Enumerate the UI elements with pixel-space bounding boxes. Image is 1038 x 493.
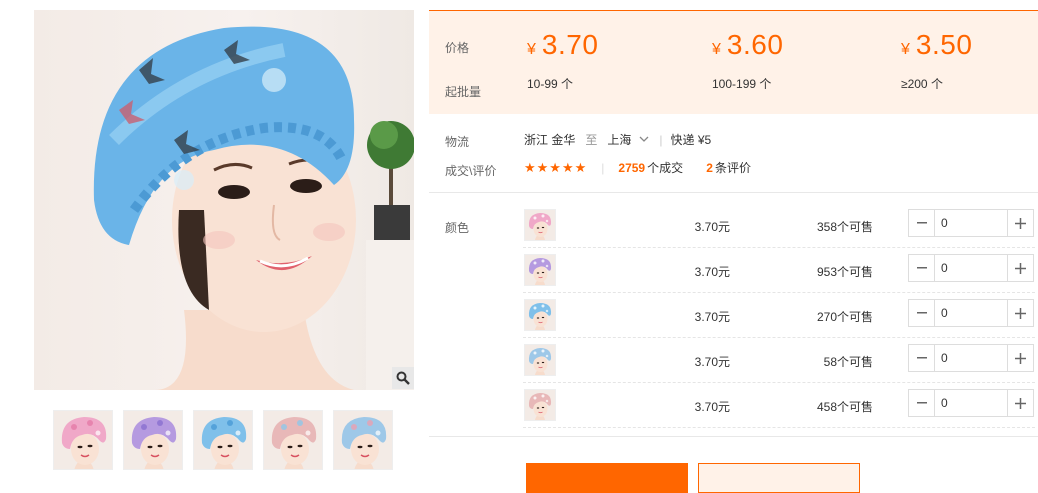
- sold-suffix[interactable]: 个成交: [647, 159, 683, 176]
- price-label: 价格: [445, 41, 470, 55]
- currency-symbol: ¥: [901, 41, 910, 58]
- sku-price: 3.70元: [694, 265, 730, 279]
- sku-row: 3.70元 58个可售: [523, 338, 1035, 383]
- product-photo: [93, 26, 414, 390]
- color-label: 颜色: [445, 221, 470, 235]
- add-to-cart-button[interactable]: [698, 463, 860, 493]
- tier-range: 10-99 个: [527, 77, 574, 91]
- moq-label: 起批量: [445, 85, 482, 99]
- quantity-input[interactable]: [935, 345, 1007, 371]
- ship-from: 浙江 金华: [524, 133, 576, 147]
- quantity-stepper: [908, 254, 1034, 282]
- sku-stock: 458个可售: [816, 400, 873, 414]
- sku-thumbnail[interactable]: [524, 254, 556, 286]
- increment-button[interactable]: [1007, 210, 1033, 236]
- deals-label: 成交\评价: [445, 164, 497, 178]
- divider: |: [693, 160, 697, 175]
- sku-row: 3.70元 953个可售: [523, 248, 1035, 293]
- sku-thumbnail[interactable]: [524, 389, 556, 421]
- thumbnail-image[interactable]: [123, 410, 183, 470]
- review-count[interactable]: 2: [706, 161, 713, 175]
- sku-price: 3.70元: [694, 355, 730, 369]
- tier-price: 3.50: [915, 29, 973, 60]
- sku-stock: 270个可售: [816, 310, 873, 324]
- sold-count[interactable]: 2759: [618, 161, 645, 175]
- decrement-button[interactable]: [909, 345, 935, 371]
- logistics-info: 浙江 金华 至 上海 | 快递 ¥5: [524, 131, 711, 148]
- decrement-button[interactable]: [909, 210, 935, 236]
- sku-row: 3.70元 358个可售: [523, 203, 1035, 248]
- sku-price: 3.70元: [694, 400, 730, 414]
- zoom-icon[interactable]: [392, 367, 414, 389]
- tier-price: 3.60: [726, 29, 784, 60]
- to-word: 至: [585, 133, 598, 147]
- sku-thumbnail[interactable]: [524, 209, 556, 241]
- review-suffix[interactable]: 条评价: [715, 159, 751, 176]
- price-box: 价格 起批量 ¥3.70 10-99 个 ¥3.60 100-199 个 ¥3.…: [429, 10, 1038, 114]
- sku-thumbnail[interactable]: [524, 299, 556, 331]
- logistics-label: 物流: [445, 135, 470, 149]
- thumbnail-image[interactable]: [333, 410, 393, 470]
- quantity-input[interactable]: [935, 390, 1007, 416]
- sku-row: 3.70元 458个可售: [523, 383, 1035, 428]
- ship-to-select[interactable]: 上海: [607, 131, 631, 148]
- currency-symbol: ¥: [527, 41, 536, 58]
- price-tier: ¥3.50 ≥200 个: [901, 29, 972, 92]
- quantity-input[interactable]: [935, 210, 1007, 236]
- increment-button[interactable]: [1007, 300, 1033, 326]
- deals-info: ★★★★★ | 2759 个成交 | 2 条评价: [524, 159, 751, 176]
- divider: |: [659, 132, 663, 147]
- sku-price: 3.70元: [694, 220, 730, 234]
- quantity-stepper: [908, 389, 1034, 417]
- sku-stock: 953个可售: [816, 265, 873, 279]
- increment-button[interactable]: [1007, 390, 1033, 416]
- increment-button[interactable]: [1007, 255, 1033, 281]
- decrement-button[interactable]: [909, 255, 935, 281]
- price-tier: ¥3.60 100-199 个: [712, 29, 783, 92]
- thumbnail-strip: [53, 410, 393, 470]
- sku-stock: 58个可售: [823, 355, 873, 369]
- shipping-method: 快递 ¥5: [670, 133, 712, 147]
- quantity-stepper: [908, 344, 1034, 372]
- quantity-stepper: [908, 299, 1034, 327]
- quantity-input[interactable]: [935, 255, 1007, 281]
- decrement-button[interactable]: [909, 390, 935, 416]
- star-rating-icon: ★★★★★: [524, 159, 588, 175]
- sku-row: 3.70元 270个可售: [523, 293, 1035, 338]
- tier-range: 100-199 个: [712, 77, 772, 91]
- sku-stock: 358个可售: [816, 220, 873, 234]
- sku-price: 3.70元: [694, 310, 730, 324]
- decrement-button[interactable]: [909, 300, 935, 326]
- section-divider: [429, 192, 1038, 193]
- tier-range: ≥200 个: [901, 77, 943, 91]
- thumbnail-image[interactable]: [263, 410, 323, 470]
- currency-symbol: ¥: [712, 41, 721, 58]
- sku-thumbnail[interactable]: [524, 344, 556, 376]
- divider: |: [601, 160, 605, 175]
- main-product-image[interactable]: [34, 10, 414, 390]
- thumbnail-image[interactable]: [193, 410, 253, 470]
- buy-now-button[interactable]: [526, 463, 688, 493]
- section-divider: [429, 436, 1038, 437]
- quantity-input[interactable]: [935, 300, 1007, 326]
- quantity-stepper: [908, 209, 1034, 237]
- increment-button[interactable]: [1007, 345, 1033, 371]
- thumbnail-image[interactable]: [53, 410, 113, 470]
- price-tier: ¥3.70 10-99 个: [527, 29, 598, 92]
- chevron-down-icon[interactable]: [639, 134, 649, 145]
- tier-price: 3.70: [541, 29, 599, 60]
